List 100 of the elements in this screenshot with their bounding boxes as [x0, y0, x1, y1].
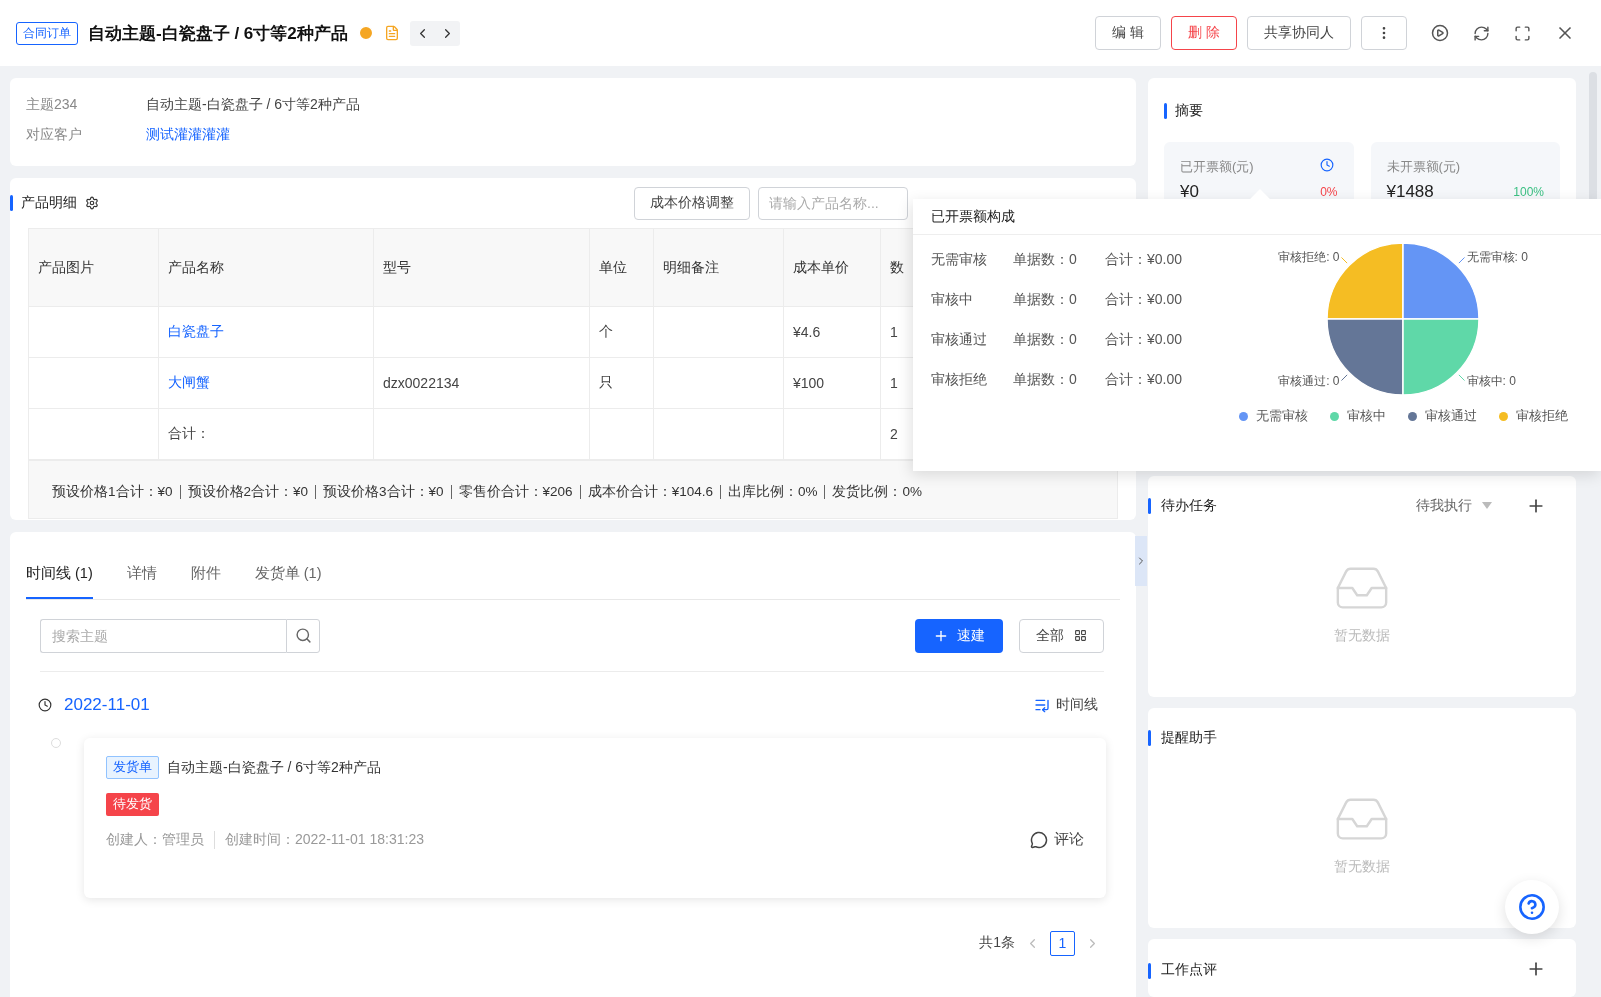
refresh-button[interactable]: [1473, 24, 1490, 42]
total-item: 出库比例：0%: [720, 484, 826, 499]
stat-percent: 0%: [1320, 185, 1338, 199]
stat-percent: 100%: [1513, 185, 1544, 199]
column-header: 型号: [374, 229, 590, 307]
data-label: 审核中: 0: [1466, 373, 1516, 388]
search-field[interactable]: 搜索主题: [40, 618, 286, 653]
count-text: 单据数：0: [1013, 251, 1078, 269]
table-cell: 只: [590, 358, 654, 409]
total-item: 发货比例：0%: [831, 484, 923, 499]
creator-text: 创建人：管理员: [106, 830, 215, 849]
status-label: 审核拒绝: [931, 371, 988, 389]
timeline-dot: [51, 738, 61, 748]
comment-button[interactable]: 评论: [1030, 830, 1084, 849]
legend-label[interactable]: 无需审核: [1255, 407, 1308, 425]
section-accent-bar: [1148, 730, 1151, 747]
table-cell: ¥100: [784, 358, 881, 409]
product-search-field[interactable]: 请输入产品名称...: [758, 186, 908, 220]
section-title: 产品明细: [21, 194, 77, 212]
data-label: 无需审核: 0: [1466, 250, 1528, 265]
section-title: 待办任务: [1161, 496, 1217, 515]
info-value: 自动主题-白瓷盘子 / 6寸等2种产品: [146, 96, 361, 114]
column-header: 单位: [590, 229, 654, 307]
table-cell: ¥4.6: [784, 307, 881, 358]
total-count: 共1条: [979, 934, 1015, 952]
list-icon: [1034, 697, 1050, 713]
count-text: 单据数：0: [1013, 371, 1078, 389]
info-label: 对应客户: [26, 126, 83, 144]
timeline-date: 2022-11-01: [64, 695, 150, 715]
settings-icon[interactable]: [85, 196, 99, 210]
info-label: 主题234: [26, 96, 79, 114]
total-item: 预设价格1合计：¥0: [45, 484, 181, 499]
stat-label: 已开票额(元): [1180, 158, 1255, 176]
section-title: 提醒助手: [1161, 729, 1217, 748]
tab[interactable]: 详情: [126, 564, 157, 599]
column-header: 成本单价: [784, 229, 881, 307]
history-icon[interactable]: [1320, 158, 1335, 172]
status-label: 无需审核: [931, 251, 988, 269]
filter-button[interactable]: 全部: [1019, 618, 1104, 653]
leader-line: [1341, 257, 1348, 264]
clock-icon: [38, 698, 52, 712]
task-filter-dropdown[interactable]: 待我执行: [1416, 496, 1492, 515]
stat-label: 未开票额(元): [1386, 158, 1462, 176]
leader-line: [1341, 374, 1348, 381]
action-button[interactable]: 共享协同人: [1247, 16, 1351, 50]
legend-label[interactable]: 审核拒绝: [1515, 407, 1568, 425]
page-button[interactable]: 1: [1050, 930, 1075, 956]
help-icon: [1518, 893, 1546, 921]
product-link[interactable]: 白瓷盘子: [159, 307, 374, 358]
customer-link[interactable]: 测试灌灌灌灌: [146, 126, 1120, 148]
tab[interactable]: 时间线 (1): [26, 564, 93, 599]
count-text: 单据数：0: [1013, 331, 1078, 349]
search-button[interactable]: [286, 618, 320, 653]
legend-label[interactable]: 审核通过: [1424, 407, 1477, 425]
type-tag: 发货单: [106, 756, 159, 779]
status-label: 审核中: [931, 291, 974, 309]
total-item: 成本价合计：¥104.6: [580, 484, 721, 499]
stat-amount: ¥0: [1180, 182, 1199, 202]
fullscreen-button[interactable]: [1514, 24, 1531, 42]
legend-label[interactable]: 审核中: [1346, 407, 1386, 425]
collapse-handle[interactable]: [1135, 536, 1147, 586]
entry-title[interactable]: 自动主题-白瓷盘子 / 6寸等2种产品: [167, 758, 381, 777]
status-tag: 待发货: [106, 793, 159, 816]
timeline-view-button[interactable]: 时间线: [1034, 696, 1098, 714]
search-icon: [294, 627, 312, 644]
play-circle-button[interactable]: [1431, 24, 1449, 42]
tab[interactable]: 附件: [190, 564, 221, 599]
table-cell: 个: [590, 307, 654, 358]
data-label: 审核通过: 0: [1278, 373, 1340, 388]
empty-text: 暂无数据: [1334, 626, 1390, 645]
section-accent-bar: [10, 195, 13, 211]
total-item: 预设价格2合计：¥0: [180, 484, 317, 499]
data-label: 审核拒绝: 0: [1278, 250, 1340, 265]
section-title: 摘要: [1175, 102, 1203, 120]
count-text: 单据数：0: [1013, 291, 1078, 309]
product-link[interactable]: 大闸蟹: [159, 358, 374, 409]
column-header: 产品名称: [159, 229, 374, 307]
column-header: 产品图片: [29, 229, 159, 307]
delete-button[interactable]: 删 除: [1171, 16, 1237, 50]
section-accent-bar: [1148, 497, 1151, 514]
grid-icon: [1074, 629, 1087, 642]
fullscreen-icon: [1514, 24, 1531, 42]
created-time: 创建时间：2022-11-01 18:31:23: [224, 830, 425, 849]
caret-icon: [1482, 502, 1492, 510]
action-button[interactable]: 编 辑: [1095, 16, 1162, 50]
leader-line: [1458, 257, 1465, 264]
table-cell: dzx0022134: [374, 358, 590, 409]
popover-title: 已开票额构成: [931, 207, 1015, 226]
cost-adjust-button[interactable]: 成本价格调整: [634, 186, 750, 220]
quick-create-button[interactable]: 速建: [915, 618, 1003, 653]
leader-line: [1458, 374, 1465, 381]
section-accent-bar: [1148, 963, 1151, 980]
refresh-icon: [1473, 24, 1490, 42]
stat-amount: ¥1488: [1386, 182, 1434, 202]
comment-icon: [1030, 830, 1048, 849]
table-cell: 合计：: [159, 409, 374, 460]
tab[interactable]: 发货单 (1): [254, 564, 322, 599]
section-title: 工作点评: [1161, 961, 1217, 980]
page-title: 自动主题-白瓷盘子 / 6寸等2种产品: [88, 22, 348, 45]
status-label: 审核通过: [931, 331, 988, 349]
